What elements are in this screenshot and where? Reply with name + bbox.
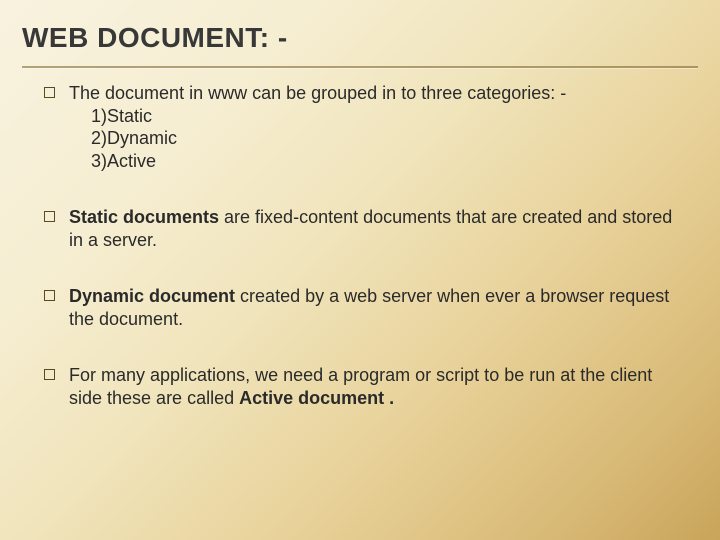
bold-lead: Static documents	[69, 207, 219, 227]
sub-item: 3)Active	[91, 150, 676, 173]
square-bullet-icon	[44, 290, 55, 301]
bullet-item: Static documents are fixed-content docum…	[44, 206, 676, 251]
bullet-content: For many applications, we need a program…	[69, 364, 676, 409]
bullet-item: Dynamic document created by a web server…	[44, 285, 676, 330]
bold-tail: Active document .	[239, 388, 394, 408]
bullet-text: The document in www can be grouped in to…	[69, 83, 566, 103]
sublist: 1)Static 2)Dynamic 3)Active	[69, 105, 676, 173]
bold-lead: Dynamic document	[69, 286, 235, 306]
bullet-content: Dynamic document created by a web server…	[69, 285, 676, 330]
bullet-content: The document in www can be grouped in to…	[69, 82, 676, 172]
title-area: WEB DOCUMENT: -	[0, 0, 720, 66]
square-bullet-icon	[44, 87, 55, 98]
bullet-item: For many applications, we need a program…	[44, 364, 676, 409]
bullet-content: Static documents are fixed-content docum…	[69, 206, 676, 251]
sub-item: 1)Static	[91, 105, 676, 128]
sub-item: 2)Dynamic	[91, 127, 676, 150]
square-bullet-icon	[44, 211, 55, 222]
bullet-item: The document in www can be grouped in to…	[44, 82, 676, 172]
page-title: WEB DOCUMENT: -	[22, 22, 698, 54]
slide: WEB DOCUMENT: - The document in www can …	[0, 0, 720, 540]
slide-body: The document in www can be grouped in to…	[0, 68, 720, 409]
square-bullet-icon	[44, 369, 55, 380]
